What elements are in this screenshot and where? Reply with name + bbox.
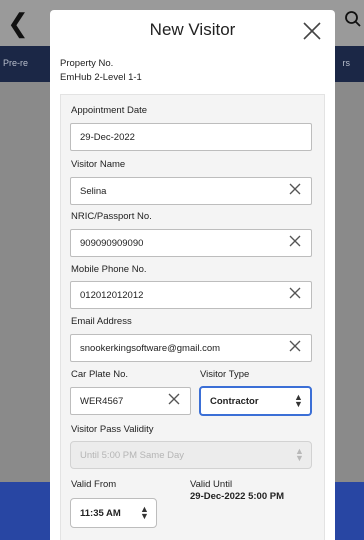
pass-validity-label: Visitor Pass Validity <box>71 424 154 435</box>
close-icon <box>289 235 301 247</box>
email-field[interactable]: snookerkingsoftware@gmail.com <box>70 334 312 362</box>
close-icon <box>289 287 301 299</box>
car-plate-label: Car Plate No. <box>71 369 129 380</box>
tab-pre-registered[interactable]: Pre-re <box>3 58 28 68</box>
car-plate-value: WER4567 <box>80 396 124 407</box>
close-icon <box>289 183 301 195</box>
close-icon <box>303 22 321 40</box>
tab-visitors[interactable]: rs <box>343 58 351 68</box>
visitor-name-field[interactable]: Selina <box>70 177 312 205</box>
valid-from-value: 11:35 AM <box>80 508 121 519</box>
nric-field[interactable]: 909090909090 <box>70 229 312 257</box>
mobile-label: Mobile Phone No. <box>71 264 147 275</box>
car-plate-field[interactable]: WER4567 <box>70 387 191 415</box>
appointment-date-label: Appointment Date <box>71 105 148 116</box>
clear-car-plate-button[interactable] <box>164 391 184 411</box>
visitor-form: Appointment Date 29-Dec-2022 Visitor Nam… <box>60 94 325 540</box>
select-arrows-icon: ▲ ▼ <box>140 504 149 521</box>
clear-mobile-button[interactable] <box>285 285 305 305</box>
clear-visitor-name-button[interactable] <box>285 181 305 201</box>
search-icon <box>345 11 361 27</box>
select-arrows-icon: ▲ ▼ <box>294 392 303 409</box>
close-button[interactable] <box>299 20 325 46</box>
mobile-value: 012012012012 <box>80 290 144 301</box>
modal-title: New Visitor <box>149 20 236 39</box>
valid-from-select[interactable]: 11:35 AM ▲ ▼ <box>70 498 157 528</box>
nric-value: 909090909090 <box>80 238 144 249</box>
appointment-date-value: 29-Dec-2022 <box>80 132 135 143</box>
visitor-name-value: Selina <box>80 186 107 197</box>
close-icon <box>289 340 301 352</box>
valid-until-value: 29-Dec-2022 5:00 PM <box>190 491 284 502</box>
clear-nric-button[interactable] <box>285 233 305 253</box>
visitor-type-value: Contractor <box>210 396 259 407</box>
back-button[interactable]: ❮ <box>6 8 30 38</box>
appointment-date-field[interactable]: 29-Dec-2022 <box>70 123 312 151</box>
select-arrows-icon: ▲ ▼ <box>295 446 304 463</box>
valid-until-label: Valid Until <box>190 479 233 490</box>
chevron-left-icon: ❮ <box>7 8 29 38</box>
pass-validity-value: Until 5:00 PM Same Day <box>80 450 185 461</box>
visitor-type-label: Visitor Type <box>200 369 250 380</box>
visitor-type-select[interactable]: Contractor ▲ ▼ <box>199 386 312 416</box>
pass-validity-select: Until 5:00 PM Same Day ▲ ▼ <box>70 441 312 469</box>
valid-from-label: Valid From <box>71 479 117 490</box>
new-visitor-modal: New Visitor Property No. EmHub 2-Level 1… <box>50 10 335 540</box>
visitor-name-label: Visitor Name <box>71 159 126 170</box>
mobile-field[interactable]: 012012012012 <box>70 281 312 309</box>
close-icon <box>168 393 180 405</box>
search-button[interactable] <box>344 10 362 34</box>
property-label: Property No. <box>60 58 114 69</box>
email-value: snookerkingsoftware@gmail.com <box>80 343 221 354</box>
property-value: EmHub 2-Level 1-1 <box>60 72 142 83</box>
clear-email-button[interactable] <box>285 338 305 358</box>
nric-label: NRIC/Passport No. <box>71 211 152 222</box>
email-label: Email Address <box>71 316 132 327</box>
